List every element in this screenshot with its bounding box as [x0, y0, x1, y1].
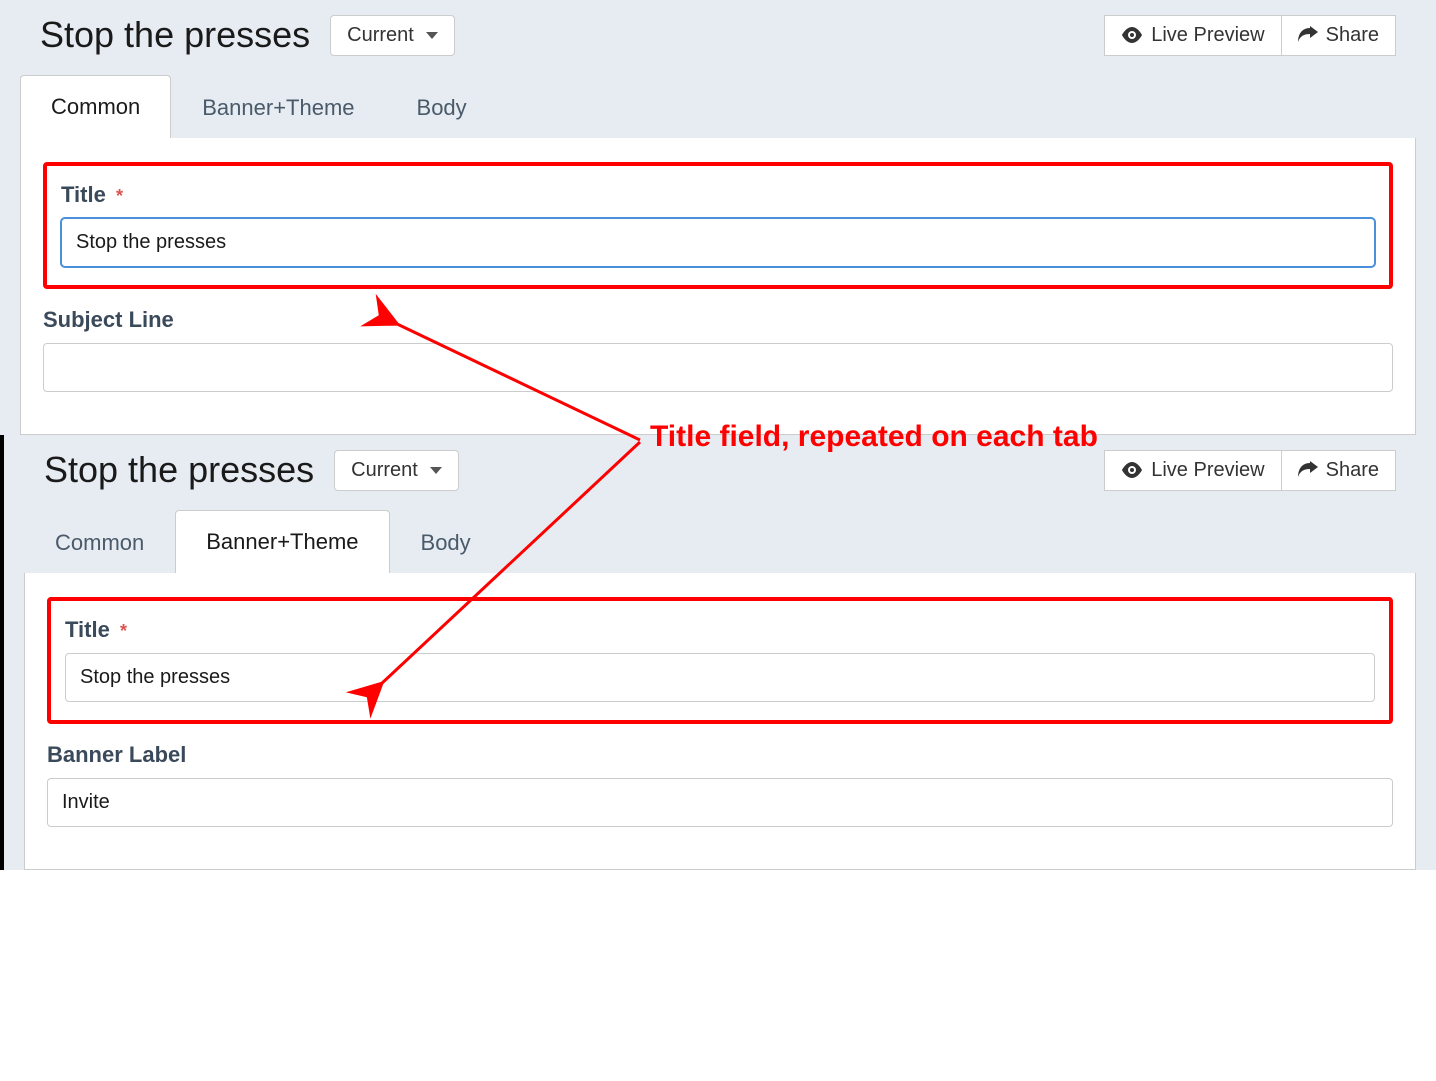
version-dropdown[interactable]: Current: [330, 15, 455, 56]
banner-label-input[interactable]: [47, 778, 1393, 827]
banner-label-group: Banner Label: [47, 742, 1393, 827]
share-icon: [1298, 461, 1318, 479]
chevron-down-icon: [430, 467, 442, 474]
tab-bar: Common Banner+Theme Body: [0, 70, 1436, 138]
page-title: Stop the presses: [44, 449, 314, 491]
version-dropdown[interactable]: Current: [334, 450, 459, 491]
share-button[interactable]: Share: [1282, 450, 1396, 491]
tab-body[interactable]: Body: [386, 76, 498, 139]
tab-banner-theme[interactable]: Banner+Theme: [175, 510, 389, 574]
version-dropdown-label: Current: [347, 24, 414, 47]
tab-banner-theme[interactable]: Banner+Theme: [171, 76, 385, 139]
annotation-highlight-bottom: Title *: [47, 597, 1393, 724]
form-panel: Title * Subject Line: [20, 138, 1416, 435]
form-panel: Title * Banner Label: [24, 573, 1416, 870]
share-button[interactable]: Share: [1282, 15, 1396, 56]
header-actions: Live Preview Share: [1104, 15, 1396, 56]
title-label: Title *: [61, 182, 1375, 208]
required-star-icon: *: [120, 621, 127, 641]
eye-icon: [1121, 27, 1143, 43]
share-icon: [1298, 26, 1318, 44]
live-preview-label: Live Preview: [1151, 24, 1264, 47]
tab-body[interactable]: Body: [390, 511, 502, 574]
eye-icon: [1121, 462, 1143, 478]
tab-bar: Common Banner+Theme Body: [4, 505, 1436, 573]
subject-input[interactable]: [43, 343, 1393, 392]
title-label-text: Title: [65, 617, 110, 642]
screenshot-top: Stop the presses Current Live Preview Sh…: [0, 0, 1436, 435]
page-header: Stop the presses Current Live Preview Sh…: [4, 435, 1436, 505]
title-input[interactable]: [61, 218, 1375, 267]
page-header: Stop the presses Current Live Preview Sh…: [0, 0, 1436, 70]
subject-group: Subject Line: [43, 307, 1393, 392]
tab-common[interactable]: Common: [20, 75, 171, 139]
subject-label: Subject Line: [43, 307, 1393, 333]
title-label-text: Title: [61, 182, 106, 207]
live-preview-button[interactable]: Live Preview: [1104, 450, 1281, 491]
live-preview-label: Live Preview: [1151, 459, 1264, 482]
tab-common[interactable]: Common: [24, 511, 175, 574]
live-preview-button[interactable]: Live Preview: [1104, 15, 1281, 56]
header-actions: Live Preview Share: [1104, 450, 1396, 491]
banner-label: Banner Label: [47, 742, 1393, 768]
annotation-highlight-top: Title *: [43, 162, 1393, 289]
required-star-icon: *: [116, 186, 123, 206]
share-label: Share: [1326, 24, 1379, 47]
page-title: Stop the presses: [40, 14, 310, 56]
version-dropdown-label: Current: [351, 459, 418, 482]
screenshot-bottom: Stop the presses Current Live Preview Sh…: [0, 435, 1436, 870]
chevron-down-icon: [426, 32, 438, 39]
title-input[interactable]: [65, 653, 1375, 702]
share-label: Share: [1326, 459, 1379, 482]
title-label: Title *: [65, 617, 1375, 643]
